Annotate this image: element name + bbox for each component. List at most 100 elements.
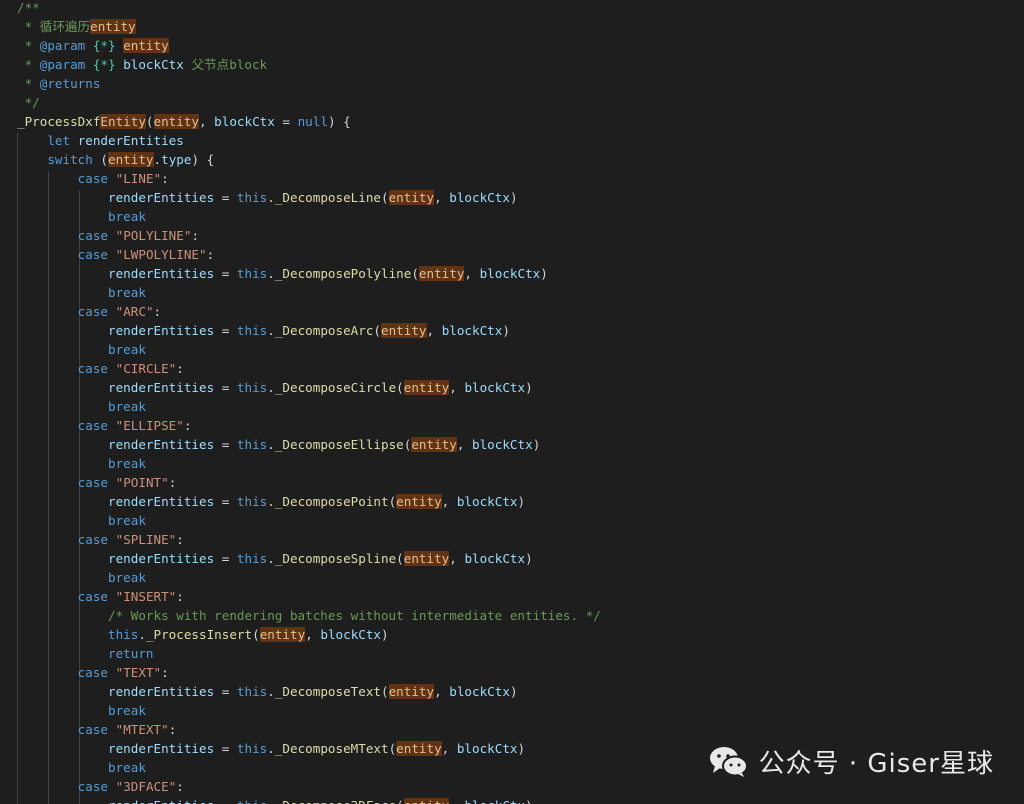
code-line[interactable]: * @returns <box>17 74 101 93</box>
code-line[interactable]: break <box>17 207 146 226</box>
code-line[interactable]: renderEntities = this._DecomposeCircle(e… <box>17 378 533 397</box>
code-line[interactable]: break <box>17 511 146 530</box>
code-token: entity <box>90 19 136 34</box>
code-token: . <box>267 380 275 395</box>
code-line[interactable]: * @param {*} blockCtx 父节点block <box>17 55 268 74</box>
code-token: , <box>426 323 442 338</box>
code-line[interactable]: * @param {*} entity <box>17 36 169 55</box>
code-token: this <box>236 190 268 205</box>
code-token: entity <box>396 741 442 756</box>
code-token: blockCtx <box>464 798 525 804</box>
code-editor[interactable]: /** * 循环遍历entity * @param {*} entity * @… <box>0 0 1024 804</box>
code-token: "SPLINE" <box>115 532 177 547</box>
code-token: this <box>236 551 268 566</box>
code-line[interactable]: /** <box>17 0 40 17</box>
code-line[interactable]: case "3DFACE": <box>17 777 184 796</box>
watermark-text: 公众号 · Giser星球 <box>758 749 994 779</box>
code-token: "TEXT" <box>115 665 162 680</box>
code-token: _DecomposeCircle <box>274 380 397 395</box>
code-line[interactable]: case "LINE": <box>17 169 169 188</box>
code-line[interactable]: case "INSERT": <box>17 587 184 606</box>
code-line[interactable]: return <box>17 644 154 663</box>
code-line[interactable]: renderEntities = this._DecomposePoint(en… <box>17 492 525 511</box>
code-token: blockCtx <box>449 190 510 205</box>
code-line[interactable]: case "POLYLINE": <box>17 226 199 245</box>
code-line[interactable]: renderEntities = this._DecomposeMText(en… <box>17 739 525 758</box>
code-token: . <box>267 437 275 452</box>
code-token: this <box>236 380 268 395</box>
code-line[interactable]: _ProcessDxfEntity(entity, blockCtx = nul… <box>17 112 351 131</box>
code-line[interactable]: renderEntities = this._DecomposeArc(enti… <box>17 321 510 340</box>
code-token: . <box>267 190 275 205</box>
code-line[interactable]: renderEntities = this._DecomposeLine(ent… <box>17 188 518 207</box>
code-token: renderEntities <box>108 494 215 509</box>
code-token: ( <box>381 190 389 205</box>
code-line[interactable]: break <box>17 568 146 587</box>
code-line[interactable]: break <box>17 397 146 416</box>
code-token: "LINE" <box>115 171 162 186</box>
code-line[interactable]: case "ARC": <box>17 302 161 321</box>
code-token: entity <box>396 494 442 509</box>
code-line[interactable]: break <box>17 340 146 359</box>
code-line[interactable]: renderEntities = this._DecomposeSpline(e… <box>17 549 533 568</box>
code-token: ) <box>502 323 510 338</box>
code-line[interactable]: case "POINT": <box>17 473 177 492</box>
code-token: entity <box>123 38 169 53</box>
code-line[interactable]: case "CIRCLE": <box>17 359 184 378</box>
code-token: case <box>77 418 109 433</box>
code-line[interactable]: case "TEXT": <box>17 663 169 682</box>
code-token: = <box>214 380 237 395</box>
code-line[interactable]: case "ELLIPSE": <box>17 416 192 435</box>
code-token: switch <box>47 152 93 167</box>
code-line[interactable]: case "LWPOLYLINE": <box>17 245 215 264</box>
code-line[interactable]: break <box>17 758 146 777</box>
code-line[interactable]: switch (entity.type) { <box>17 150 214 169</box>
code-token: this <box>236 684 268 699</box>
code-line[interactable]: renderEntities = this._DecomposeEllipse(… <box>17 435 540 454</box>
code-line[interactable]: */ <box>17 93 40 112</box>
code-token: case <box>77 361 109 376</box>
code-token: break <box>108 456 146 471</box>
code-line[interactable]: this._ProcessInsert(entity, blockCtx) <box>17 625 389 644</box>
code-line[interactable]: break <box>17 283 146 302</box>
code-line[interactable]: case "SPLINE": <box>17 530 184 549</box>
code-token: . <box>267 684 275 699</box>
code-line[interactable]: break <box>17 454 146 473</box>
code-token: entity <box>381 323 427 338</box>
code-token: , <box>441 494 457 509</box>
code-line[interactable]: * 循环遍历entity <box>17 17 136 36</box>
code-token: "ARC" <box>115 304 154 319</box>
code-line[interactable]: case "MTEXT": <box>17 720 177 739</box>
code-line[interactable]: renderEntities = this._DecomposePolyline… <box>17 264 548 283</box>
code-token: case <box>77 589 109 604</box>
code-token: ( <box>396 798 404 804</box>
code-line[interactable]: break <box>17 701 146 720</box>
code-token: ) <box>517 741 526 756</box>
code-token: _DecomposeSpline <box>274 551 397 566</box>
code-token: ) <box>540 266 548 281</box>
code-token: = <box>214 741 237 756</box>
code-token: case <box>77 247 109 262</box>
code-token: blockCtx <box>464 551 526 566</box>
code-token: : <box>176 589 184 604</box>
code-token: entity <box>388 684 435 699</box>
code-token: type <box>161 152 192 167</box>
code-line[interactable]: renderEntities = this._DecomposeText(ent… <box>17 682 518 701</box>
code-token: "3DFACE" <box>115 779 177 794</box>
code-token: case <box>77 532 109 547</box>
code-token: ) <box>517 494 526 509</box>
code-line[interactable]: let renderEntities <box>17 131 184 150</box>
code-token: case <box>77 475 109 490</box>
code-line[interactable]: renderEntities = this._Decompose3DFace(e… <box>17 796 533 804</box>
code-line[interactable]: /* Works with rendering batches without … <box>17 606 601 625</box>
